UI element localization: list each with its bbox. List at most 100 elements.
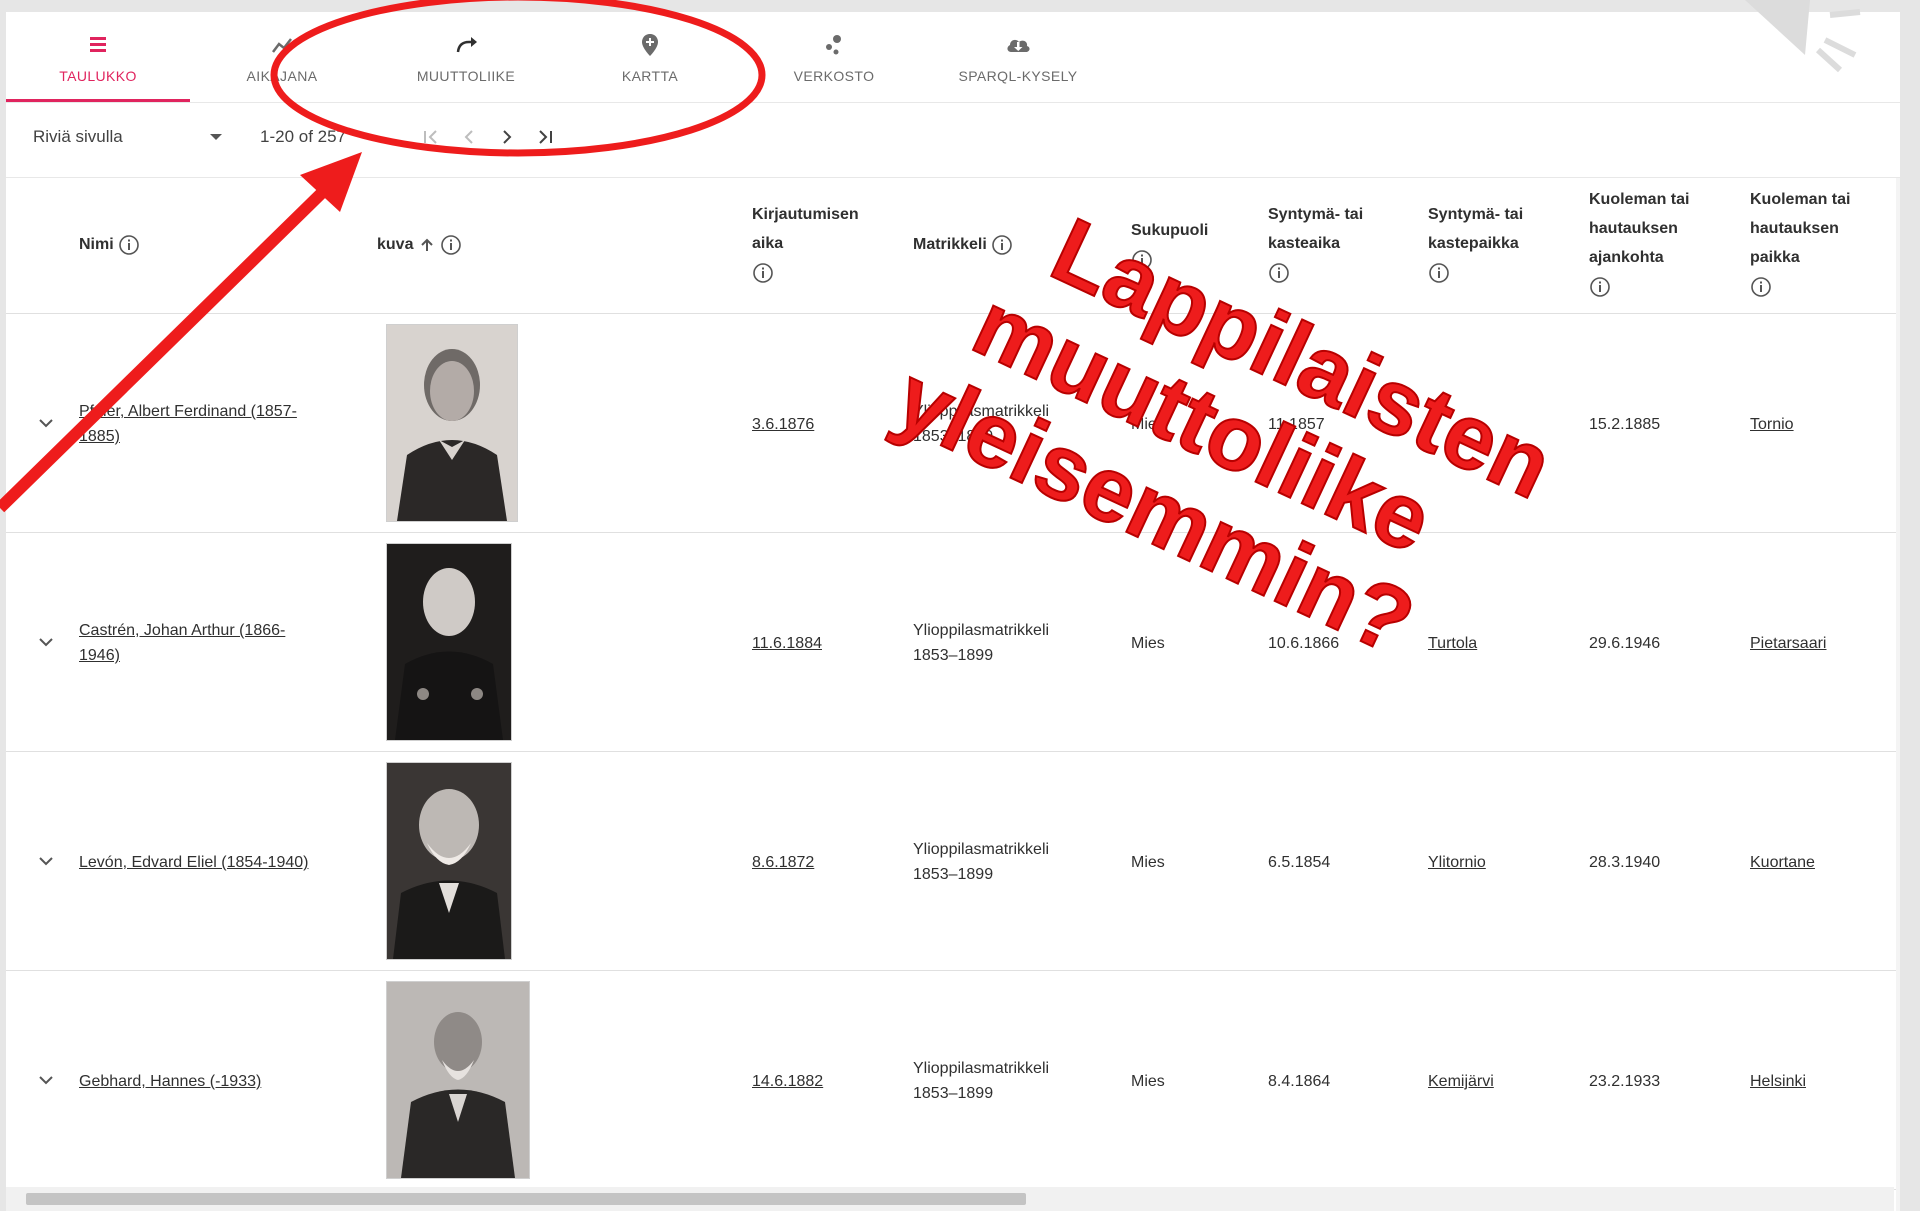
pagination-bar: Riviä sivulla 1-20 of 257: [6, 103, 1900, 178]
name-line: Levón, Edvard Eliel (1854-1940): [79, 854, 309, 871]
tab-muuttoliike[interactable]: MUUTTOLIIKE: [374, 12, 558, 102]
header-kuva[interactable]: kuva: [377, 230, 462, 259]
header-label: hautauksen: [1750, 220, 1839, 237]
matrikkeli-line: Ylioppilasmatrikkeli: [913, 622, 1050, 639]
tab-bar: TAULUKKO AIKAJANA MUUTTOLIIKE KARTTA VER…: [6, 12, 1900, 103]
matrikkeli-line: 1853–1899: [913, 1085, 994, 1102]
deathplace-link[interactable]: Kuortane: [1750, 850, 1815, 875]
info-icon[interactable]: [752, 262, 774, 284]
death-date-cell: 15.2.1885: [1589, 416, 1661, 433]
horizontal-scrollbar[interactable]: [6, 1187, 1894, 1211]
matrikkeli-cell: Ylioppilasmatrikkeli 1853–1899: [913, 618, 1049, 668]
table-header: Nimi kuva Kirjautumisen aika Matrikkeli …: [6, 178, 1896, 314]
header-label: Nimi: [79, 236, 114, 253]
matrikkeli-line: Ylioppilasmatrikkeli: [913, 841, 1050, 858]
rows-per-page-dropdown[interactable]: [206, 127, 226, 147]
death-date-cell: 23.2.1933: [1589, 1073, 1661, 1090]
header-kuolema-paikka[interactable]: Kuoleman tai hautauksen paikka: [1750, 185, 1850, 301]
table-icon: [90, 37, 106, 52]
birthplace-link[interactable]: Ylitornio: [1428, 850, 1486, 875]
chevron-down-icon[interactable]: [34, 1068, 58, 1092]
birth-date-cell: 6.5.1854: [1268, 854, 1331, 871]
name-line: Gebhard, Hannes (-1933): [79, 1073, 262, 1090]
tab-taulukko[interactable]: TAULUKKO: [6, 12, 190, 102]
portrait-photo[interactable]: [386, 543, 512, 741]
header-kirjautumisen-aika[interactable]: Kirjautumisen aika: [752, 200, 859, 287]
first-page-icon[interactable]: [418, 123, 444, 151]
header-syntyma-paikka[interactable]: Syntymä- tai kastepaikka: [1428, 200, 1523, 287]
header-nimi[interactable]: Nimi: [79, 230, 140, 259]
info-icon[interactable]: [1428, 262, 1450, 284]
info-icon[interactable]: [991, 234, 1013, 256]
header-label: kastepaikka: [1428, 235, 1519, 252]
death-date-cell: 29.6.1946: [1589, 635, 1661, 652]
last-page-icon[interactable]: [532, 123, 558, 151]
next-page-icon[interactable]: [494, 123, 520, 151]
header-label: aika: [752, 235, 784, 252]
matrikkeli-cell: Ylioppilasmatrikkeli 1853–1899: [913, 1056, 1049, 1106]
gender-cell: Mies: [1131, 854, 1165, 871]
gender-cell: Mies: [1131, 1073, 1165, 1090]
timeline-icon: [272, 38, 292, 53]
chevron-down-icon[interactable]: [34, 411, 58, 435]
header-label: hautauksen: [1589, 220, 1678, 237]
enrollment-date-link[interactable]: 14.6.1882: [752, 1069, 823, 1094]
person-name-link[interactable]: Castrén, Johan Arthur (1866- 1946): [79, 618, 285, 668]
person-name-link[interactable]: Gebhard, Hannes (-1933): [79, 1069, 261, 1094]
network-icon: [826, 35, 841, 55]
header-syntyma-aika[interactable]: Syntymä- tai kasteaika: [1268, 200, 1363, 287]
death-date-cell: 28.3.1940: [1589, 854, 1661, 871]
tab-label: AIKAJANA: [246, 68, 318, 84]
matrikkeli-line: Ylioppilasmatrikkeli: [913, 1060, 1050, 1077]
header-kuolema-aika[interactable]: Kuoleman tai hautauksen ajankohta: [1589, 185, 1689, 301]
birthplace-link[interactable]: Kemijärvi: [1428, 1069, 1494, 1094]
person-name-link[interactable]: Pfaler, Albert Ferdinand (1857- 1885): [79, 399, 297, 449]
header-matrikkeli[interactable]: Matrikkeli: [913, 230, 1013, 259]
deathplace-link[interactable]: Helsinki: [1750, 1069, 1806, 1094]
matrikkeli-line: 1853–1899: [913, 866, 994, 883]
header-label: kasteaika: [1268, 235, 1341, 252]
app-window: TAULUKKO AIKAJANA MUUTTOLIIKE KARTTA VER…: [6, 12, 1900, 1211]
tab-label: TAULUKKO: [59, 68, 137, 84]
portrait-photo[interactable]: [386, 324, 518, 522]
table-row: Gebhard, Hannes (-1933) 14.6.1882 Yliopp…: [6, 971, 1896, 1190]
chevron-down-icon[interactable]: [34, 849, 58, 873]
page-range-text: 1-20 of 257: [260, 127, 347, 146]
sort-ascending-icon[interactable]: [418, 236, 436, 254]
tab-label: MUUTTOLIIKE: [416, 68, 516, 84]
header-label: Syntymä- tai: [1268, 206, 1364, 223]
enrollment-date-link[interactable]: 8.6.1872: [752, 850, 814, 875]
name-line: Castrén, Johan Arthur (1866-: [79, 622, 286, 639]
vertical-scrollbar[interactable]: [1896, 178, 1900, 1211]
portrait-photo[interactable]: [386, 981, 530, 1179]
info-icon[interactable]: [1750, 276, 1772, 298]
gender-cell: Mies: [1131, 635, 1165, 652]
header-label: Kuoleman tai: [1750, 191, 1851, 208]
chevron-down-icon[interactable]: [34, 630, 58, 654]
header-label: Syntymä- tai: [1428, 206, 1524, 223]
portrait-photo[interactable]: [386, 762, 512, 960]
name-line: Pfaler, Albert Ferdinand (1857-: [79, 403, 297, 420]
previous-page-icon[interactable]: [456, 123, 482, 151]
info-icon[interactable]: [440, 234, 462, 256]
header-label: Matrikkeli: [913, 236, 987, 253]
table-row: Castrén, Johan Arthur (1866- 1946) 11.6.…: [6, 533, 1896, 752]
header-label: ajankohta: [1589, 249, 1664, 266]
person-name-link[interactable]: Levón, Edvard Eliel (1854-1940): [79, 850, 308, 875]
deathplace-link[interactable]: Tornio: [1750, 412, 1794, 437]
deathplace-link[interactable]: Pietarsaari: [1750, 631, 1826, 656]
enrollment-date-link[interactable]: 3.6.1876: [752, 412, 814, 437]
header-label: paikka: [1750, 249, 1800, 266]
tab-kartta[interactable]: KARTTA: [558, 12, 742, 102]
tab-verkosto[interactable]: VERKOSTO: [742, 12, 926, 102]
info-icon[interactable]: [118, 234, 140, 256]
tab-sparql-kysely[interactable]: SPARQL-KYSELY: [926, 12, 1110, 102]
header-label: Kirjautumisen: [752, 206, 859, 223]
info-icon[interactable]: [1268, 262, 1290, 284]
map-pin-plus-icon: [642, 34, 658, 56]
header-label: Kuoleman tai: [1589, 191, 1690, 208]
tab-aikajana[interactable]: AIKAJANA: [190, 12, 374, 102]
info-icon[interactable]: [1589, 276, 1611, 298]
enrollment-date-link[interactable]: 11.6.1884: [752, 631, 822, 656]
scrollbar-thumb[interactable]: [26, 1193, 1026, 1205]
